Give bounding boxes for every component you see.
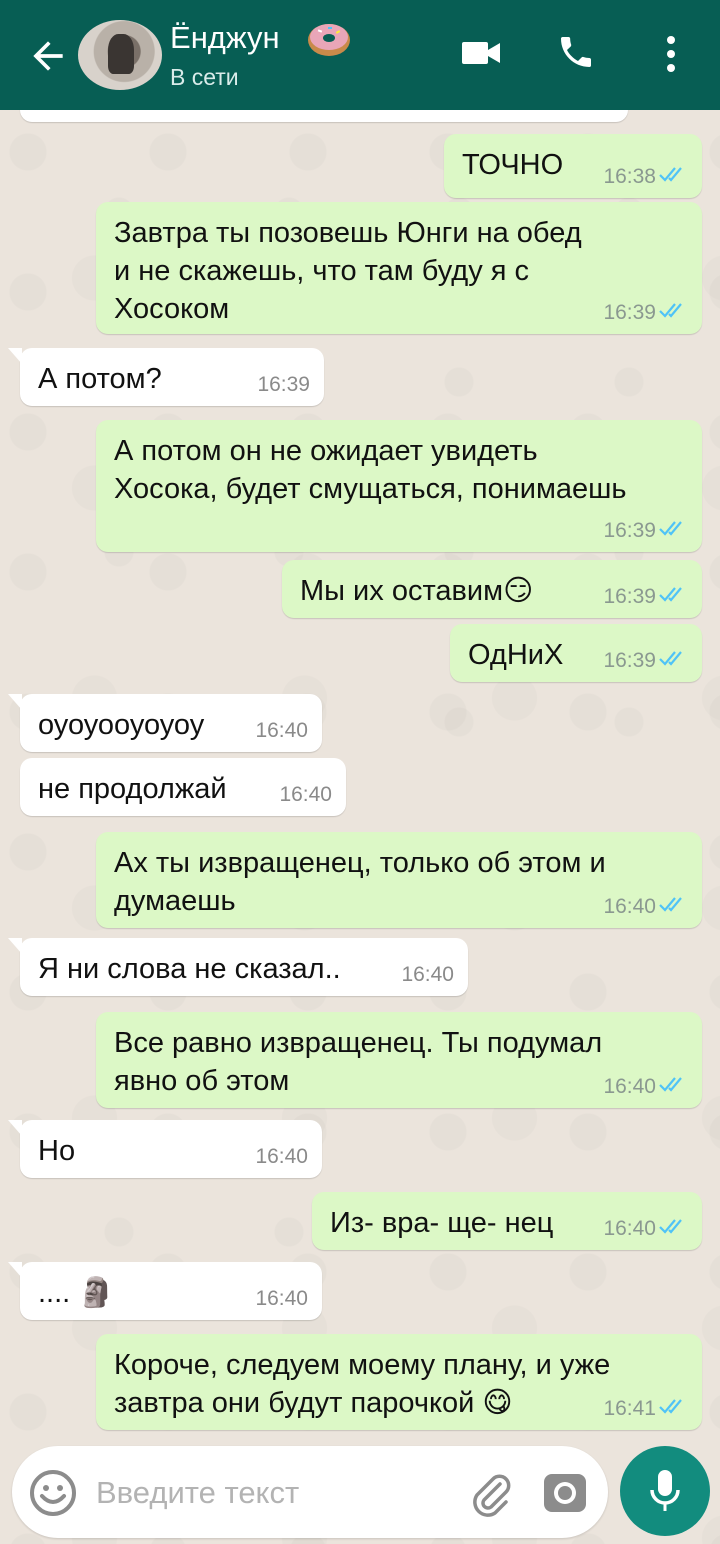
message-text: Из- вра- ще- нец [330, 1207, 554, 1239]
message-text: ОдНиХ [468, 639, 564, 671]
message-meta: 16:40 [255, 720, 308, 742]
message-meta: 16:39 [603, 585, 688, 608]
read-receipt-icon [658, 301, 688, 324]
message-time: 16:41 [603, 1396, 656, 1420]
avatar[interactable] [78, 20, 162, 90]
message-time: 16:39 [257, 373, 310, 396]
message-meta: 16:40 [255, 1146, 308, 1168]
message-text: А потом? [38, 363, 162, 395]
message-time: 16:40 [255, 719, 308, 742]
partial-message-bubble [20, 110, 628, 122]
message-text: Я ни слова не сказал.. [38, 953, 341, 985]
read-receipt-icon [658, 649, 688, 672]
message-time: 16:40 [255, 1145, 308, 1168]
message-time: 16:40 [603, 1216, 656, 1240]
contact-name[interactable]: Ёнджун [170, 20, 280, 56]
message-text: Но [38, 1135, 76, 1167]
incoming-message[interactable]: А потом? 16:39 [8, 348, 324, 406]
message-meta: 16:38 [603, 165, 688, 188]
message-input[interactable] [96, 1472, 456, 1514]
message-meta: 16:41 [603, 1397, 688, 1420]
mic-icon [650, 1470, 680, 1511]
phone-icon[interactable] [556, 32, 596, 72]
message-text: не продолжай [38, 773, 227, 805]
paperclip-icon[interactable] [466, 1470, 514, 1518]
incoming-message[interactable]: не продолжай 16:40 [20, 758, 346, 816]
message-meta: 16:39 [257, 374, 310, 396]
message-meta: 16:40 [603, 895, 688, 918]
incoming-message[interactable]: Но 16:40 [8, 1120, 322, 1178]
incoming-message[interactable]: .... 🗿 16:40 [8, 1262, 322, 1320]
outgoing-message[interactable]: ОдНиХ 16:39 [450, 624, 702, 682]
message-meta: 16:39 [603, 519, 688, 542]
donut-emoji-icon [308, 24, 350, 56]
read-receipt-icon [658, 585, 688, 608]
outgoing-message[interactable]: А потом он не ожидает увидеть Хосока, бу… [96, 420, 702, 552]
read-receipt-icon [658, 1075, 688, 1098]
message-meta: 16:40 [279, 784, 332, 806]
back-arrow-icon[interactable] [26, 34, 70, 78]
message-time: 16:40 [603, 1074, 656, 1098]
read-receipt-icon [658, 165, 688, 188]
outgoing-message[interactable]: Ах ты извращенец, только об этом и думае… [96, 832, 702, 928]
message-time: 16:39 [603, 518, 656, 542]
read-receipt-icon [658, 519, 688, 542]
voice-record-button[interactable] [620, 1446, 710, 1536]
message-text: оуоуооуоуоу [38, 709, 205, 741]
message-text: Все равно извращенец. Ты подумал явно об… [114, 1027, 603, 1097]
read-receipt-icon [658, 895, 688, 918]
outgoing-message[interactable]: Завтра ты позовешь Юнги на обед и не ска… [96, 202, 702, 334]
message-time: 16:40 [279, 783, 332, 806]
message-meta: 16:39 [603, 649, 688, 672]
message-meta: 16:40 [603, 1217, 688, 1240]
outgoing-message[interactable]: Из- вра- ще- нец 16:40 [312, 1192, 702, 1250]
message-list[interactable]: ТОЧНО 16:38 Завтра ты позовешь Юнги на обе… [0, 110, 720, 1440]
outgoing-message[interactable]: Короче, следуем моему плану, и уже завтр… [96, 1334, 702, 1430]
read-receipt-icon [658, 1217, 688, 1240]
message-text: Ах ты извращенец, только об этом и думае… [114, 847, 606, 917]
contact-status: В сети [170, 64, 239, 90]
message-meta: 16:40 [603, 1075, 688, 1098]
message-text: Короче, следуем моему плану, и уже завтр… [114, 1349, 611, 1419]
video-call-icon[interactable] [460, 38, 502, 68]
outgoing-message[interactable]: ТОЧНО 16:38 [444, 134, 702, 198]
message-text: .... 🗿 [38, 1277, 115, 1309]
camera-icon[interactable] [542, 1472, 588, 1514]
message-text: А потом он не ожидает увидеть Хосока, бу… [114, 435, 627, 505]
message-meta: 16:40 [401, 964, 454, 986]
more-vert-icon[interactable] [664, 34, 678, 74]
message-meta: 16:39 [603, 301, 688, 324]
message-time: 16:40 [603, 894, 656, 918]
message-time: 16:40 [401, 963, 454, 986]
outgoing-message[interactable]: Мы их оставим😏 16:39 [282, 560, 702, 618]
message-text: Мы их оставим😏 [300, 575, 534, 607]
message-text: ТОЧНО [462, 149, 564, 181]
read-receipt-icon [658, 1397, 688, 1420]
incoming-message[interactable]: оуоуооуоуоу 16:40 [8, 694, 322, 752]
message-time: 16:38 [603, 164, 656, 188]
message-time: 16:39 [603, 300, 656, 324]
message-time: 16:39 [603, 648, 656, 672]
chat-header: Ёнджун В сети [0, 0, 720, 110]
message-time: 16:39 [603, 584, 656, 608]
message-text: Завтра ты позовешь Юнги на обед и не ска… [114, 217, 582, 325]
emoji-icon[interactable] [28, 1468, 78, 1518]
outgoing-message[interactable]: Все равно извращенец. Ты подумал явно об… [96, 1012, 702, 1108]
message-composer [12, 1446, 608, 1538]
message-meta: 16:40 [255, 1288, 308, 1310]
message-time: 16:40 [255, 1287, 308, 1310]
incoming-message[interactable]: Я ни слова не сказал.. 16:40 [8, 938, 468, 996]
